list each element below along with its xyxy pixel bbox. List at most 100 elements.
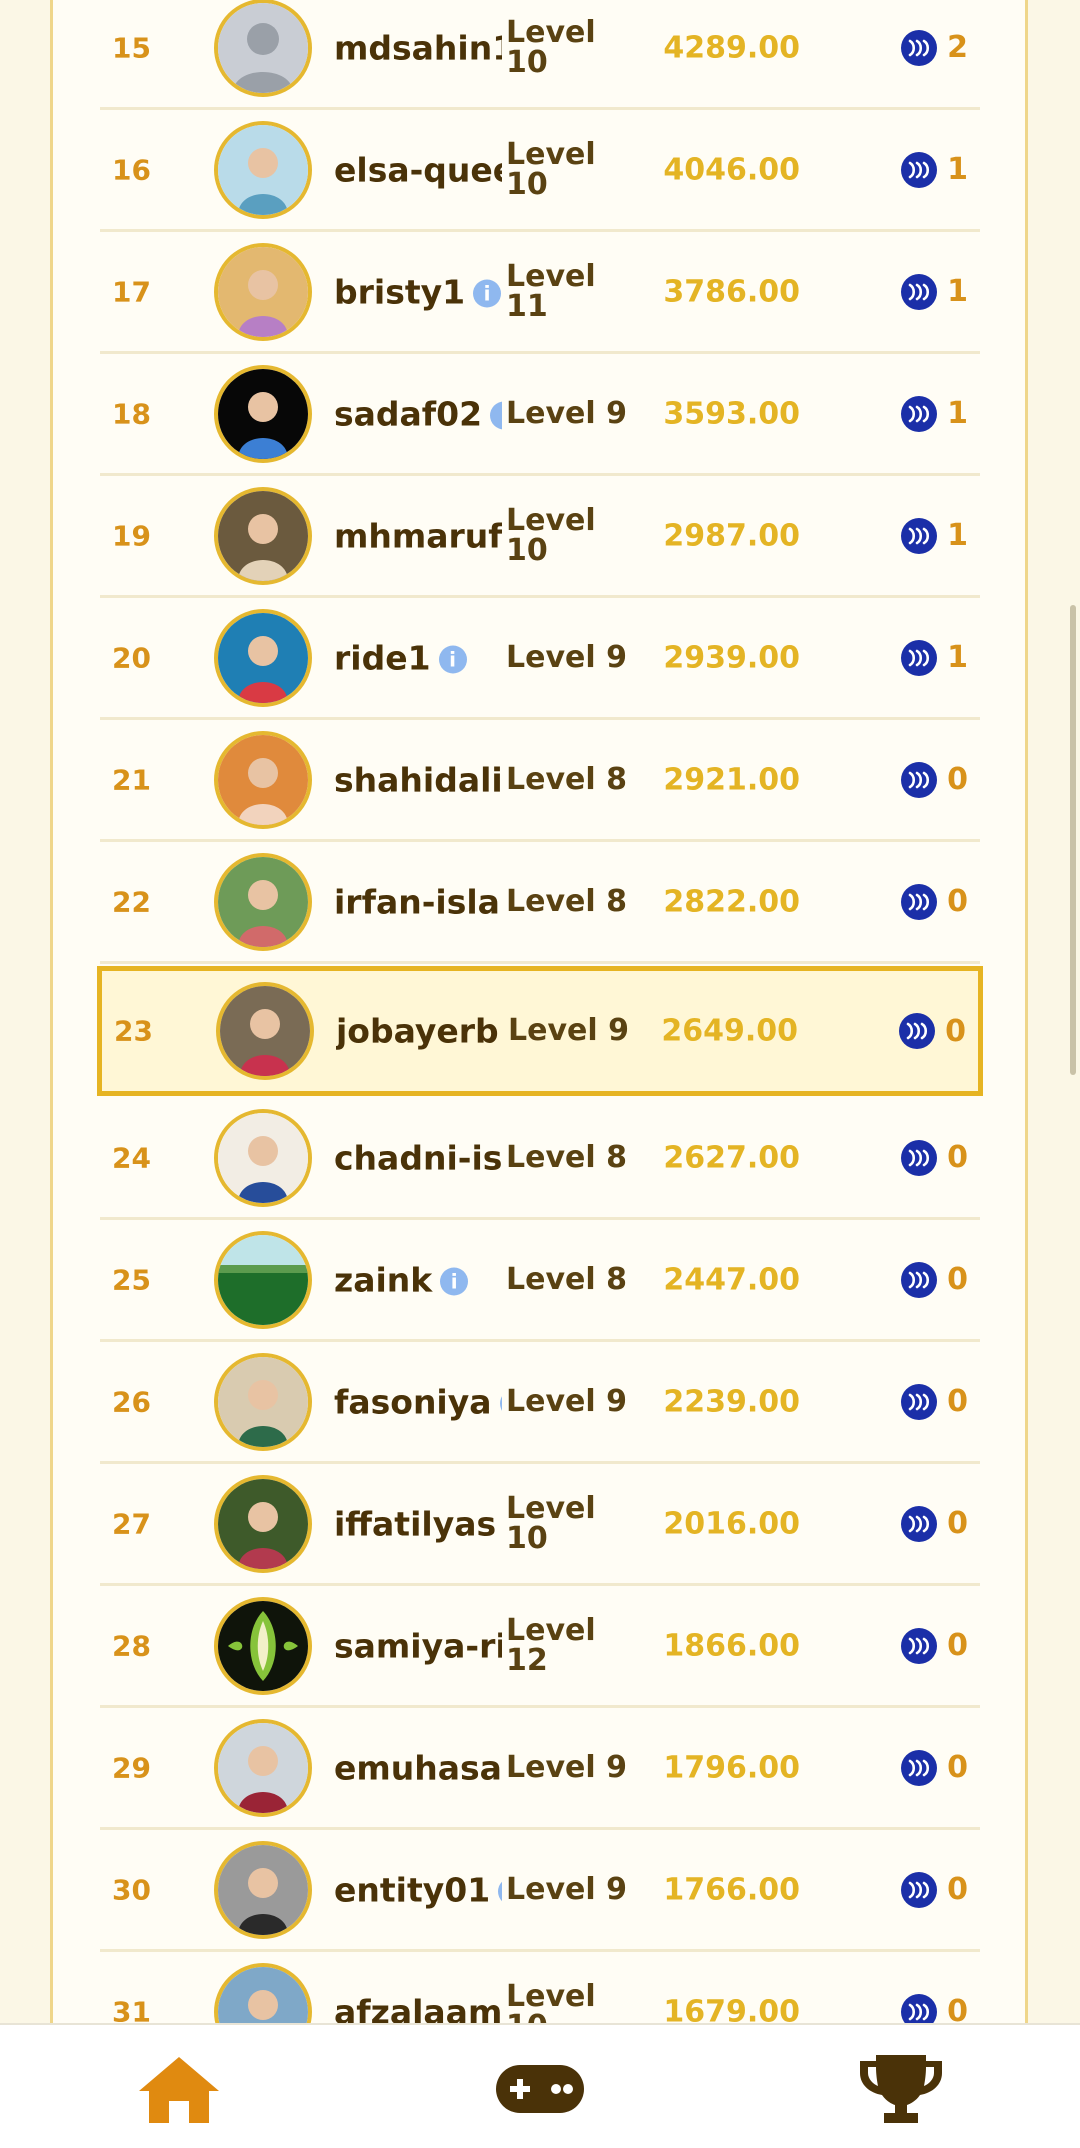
info-icon[interactable]: i xyxy=(440,1267,469,1296)
table-row[interactable]: 18 sadaf02iLevel 9 3593.00 1 xyxy=(100,354,980,476)
trophy-icon[interactable] xyxy=(858,2053,944,2129)
username[interactable]: sadaf02i xyxy=(334,394,502,433)
score-value: 3593.00 xyxy=(663,396,800,431)
reward: 0 xyxy=(901,1139,968,1176)
scrollbar[interactable] xyxy=(1070,605,1076,1075)
rank-number: 18 xyxy=(112,397,151,430)
steem-icon xyxy=(901,151,938,188)
avatar[interactable] xyxy=(214,852,312,951)
username[interactable]: iffatilyas xyxy=(334,1504,502,1543)
username[interactable]: emuhasar xyxy=(334,1748,502,1787)
reward-count: 0 xyxy=(947,1872,968,1907)
bottom-navigation xyxy=(0,2023,1080,2148)
avatar[interactable] xyxy=(214,364,312,463)
score-value: 4046.00 xyxy=(663,152,800,187)
username[interactable]: jobayerb xyxy=(336,1012,504,1051)
username[interactable]: shahidalir xyxy=(334,760,502,799)
reward-count: 0 xyxy=(945,1013,966,1049)
rank-number: 27 xyxy=(112,1507,151,1540)
gamepad-icon[interactable] xyxy=(494,2061,586,2121)
avatar[interactable] xyxy=(214,120,312,219)
reward-count: 1 xyxy=(947,152,968,187)
username[interactable]: ride1 i xyxy=(334,638,502,677)
steem-icon xyxy=(901,883,938,920)
avatar[interactable] xyxy=(214,1474,312,1573)
table-row[interactable]: 15 mdsahin1 Level 10 4289.00 2 xyxy=(100,0,980,110)
steem-icon xyxy=(901,273,938,310)
reward: 0 xyxy=(901,1261,968,1298)
avatar[interactable] xyxy=(214,1596,312,1695)
level-label: Level 10 xyxy=(506,1490,596,1556)
username[interactable]: samiya-ri xyxy=(334,1626,502,1665)
table-row[interactable]: 22 irfan-islamLevel 8 2822.00 0 xyxy=(100,842,980,964)
username[interactable]: bristy1 i xyxy=(334,272,502,311)
table-row[interactable]: 19 mhmaruf Level 10 2987.00 1 xyxy=(100,476,980,598)
rank-number: 25 xyxy=(112,1263,151,1296)
username[interactable]: elsa-quee xyxy=(334,150,502,189)
home-icon[interactable] xyxy=(137,2055,221,2129)
username[interactable]: fasoniyai xyxy=(334,1382,502,1421)
avatar[interactable] xyxy=(214,1718,312,1817)
table-row[interactable]: 28 samiya-ri Level 12 1866.00 0 xyxy=(100,1586,980,1708)
reward: 1 xyxy=(901,151,968,188)
avatar[interactable] xyxy=(214,1108,312,1207)
steem-icon xyxy=(901,1749,938,1786)
table-row[interactable]: 26 fasoniyaiLevel 9 2239.00 0 xyxy=(100,1342,980,1464)
table-row[interactable]: 29 emuhasar Level 9 1796.00 0 xyxy=(100,1708,980,1830)
table-row[interactable]: 30 entity01iLevel 9 1766.00 0 xyxy=(100,1830,980,1952)
score-value: 2649.00 xyxy=(661,1013,798,1049)
table-row-current-user[interactable]: 23 jobayerb Level 9 2649.00 0 xyxy=(97,966,983,1096)
avatar[interactable] xyxy=(214,242,312,341)
table-row[interactable]: 17 bristy1 i Level 11 3786.00 1 xyxy=(100,232,980,354)
reward: 0 xyxy=(901,1505,968,1542)
avatar[interactable] xyxy=(214,486,312,585)
avatar[interactable] xyxy=(214,1352,312,1451)
info-icon[interactable]: i xyxy=(438,645,467,674)
reward-count: 1 xyxy=(947,640,968,675)
username[interactable]: zaink i xyxy=(334,1260,502,1299)
reward: 0 xyxy=(899,1013,966,1049)
table-row[interactable]: 21 shahidalir Level 8 2921.00 0 xyxy=(100,720,980,842)
avatar[interactable] xyxy=(216,982,314,1080)
avatar[interactable] xyxy=(214,730,312,829)
info-icon[interactable]: i xyxy=(498,1877,502,1906)
username[interactable]: irfan-islam xyxy=(334,882,502,921)
avatar[interactable] xyxy=(214,608,312,707)
reward-count: 1 xyxy=(947,274,968,309)
score-value: 2016.00 xyxy=(663,1506,800,1541)
table-row[interactable]: 16 elsa-quee Level 10 4046.00 1 xyxy=(100,110,980,232)
rank-number: 17 xyxy=(112,275,151,308)
score-value: 3786.00 xyxy=(663,274,800,309)
avatar[interactable] xyxy=(214,1840,312,1939)
rank-number: 20 xyxy=(112,641,151,674)
table-row[interactable]: 27 iffatilyas Level 10 2016.00 0 xyxy=(100,1464,980,1586)
score-value: 2822.00 xyxy=(663,884,800,919)
username[interactable]: mdsahin1 xyxy=(334,28,502,67)
reward: 1 xyxy=(901,395,968,432)
reward-count: 0 xyxy=(947,1506,968,1541)
avatar[interactable] xyxy=(214,0,312,97)
reward-count: 0 xyxy=(947,884,968,919)
level-label: Level 9 xyxy=(508,1013,629,1048)
level-label: Level 9 xyxy=(506,1871,627,1907)
avatar[interactable] xyxy=(214,1230,312,1329)
table-row[interactable]: 20 ride1 i Level 9 2939.00 1 xyxy=(100,598,980,720)
reward: 0 xyxy=(901,1383,968,1420)
table-row[interactable]: 25 zaink i Level 8 2447.00 0 xyxy=(100,1220,980,1342)
reward-count: 0 xyxy=(947,1262,968,1297)
info-icon[interactable]: i xyxy=(490,401,502,430)
level-label: Level 9 xyxy=(506,1383,627,1419)
table-row[interactable]: 24 chadni-isl Level 8 2627.00 0 xyxy=(100,1098,980,1220)
info-icon[interactable]: i xyxy=(473,279,502,308)
info-icon[interactable]: i xyxy=(499,1389,502,1418)
username[interactable]: mhmaruf xyxy=(334,516,502,555)
level-label: Level 10 xyxy=(506,14,596,80)
leaderboard-list[interactable]: 15 mdsahin1 Level 10 4289.00 2 16 elsa-quee Lev… xyxy=(97,0,983,2074)
steem-icon xyxy=(901,761,938,798)
level-label: Level 8 xyxy=(506,1139,627,1175)
reward: 1 xyxy=(901,517,968,554)
rank-number: 28 xyxy=(112,1629,151,1662)
username[interactable]: entity01i xyxy=(334,1870,502,1909)
reward: 2 xyxy=(901,29,968,66)
username[interactable]: chadni-isl xyxy=(334,1138,502,1177)
